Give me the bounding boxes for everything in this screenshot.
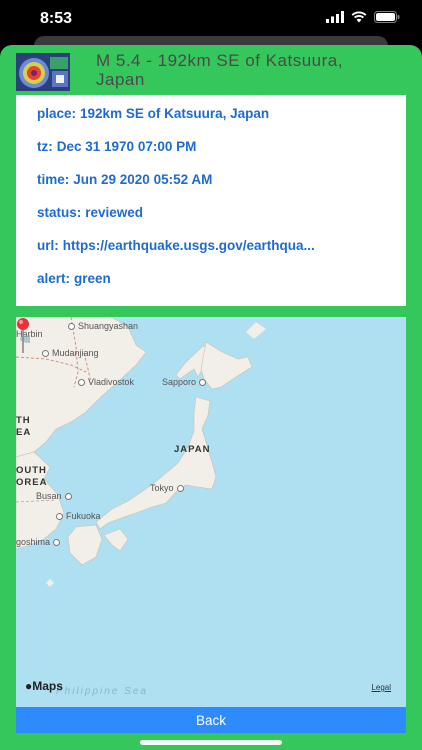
info-row-tz: tz: Dec 31 1970 07:00 PM [37, 139, 196, 154]
map-label-vladivostok: Vladivostok [78, 377, 134, 387]
map-label-south-korea-1: OUTH [16, 465, 47, 476]
status-bar: 8:53 [0, 0, 422, 40]
status-time: 8:53 [40, 10, 73, 27]
info-value: https://earthquake.usgs.gov/earthqua... [62, 238, 315, 253]
map-label-japan: JAPAN [174, 444, 211, 455]
info-row-url: url: https://earthquake.usgs.gov/earthqua… [37, 238, 315, 253]
info-key: tz: [37, 139, 53, 154]
home-indicator [140, 740, 282, 745]
hurricane-thumbnail-icon [16, 53, 70, 91]
map-label-philippine-sea: Philippine Sea [56, 686, 148, 697]
info-value: 192km SE of Katsuura, Japan [80, 106, 270, 121]
info-row-status: status: reviewed [37, 205, 143, 220]
wifi-icon [351, 11, 367, 23]
map-label-shuangyashan: Shuangyashan [68, 321, 138, 331]
map-label-north-korea-2: EA [16, 427, 32, 438]
detail-sheet: M 5.4 - 192km SE of Katsuura, Japan plac… [0, 45, 422, 750]
info-key: place: [37, 106, 77, 121]
header: M 5.4 - 192km SE of Katsuura, Japan [16, 47, 406, 93]
map-label-fukuoka: Fukuoka [56, 511, 101, 521]
info-row-time: time: Jun 29 2020 05:52 AM [37, 172, 212, 187]
info-value: Jun 29 2020 05:52 AM [73, 172, 213, 187]
battery-icon [374, 11, 400, 23]
info-row-alert: alert: green [37, 271, 111, 286]
info-value: Dec 31 1970 07:00 PM [56, 139, 197, 154]
info-key: time: [37, 172, 70, 187]
info-card: place: 192km SE of Katsuura, Japan tz: Dec… [16, 95, 406, 306]
location-pin-icon[interactable] [16, 317, 30, 355]
map-label-mudanjiang: Mudanjiang [42, 348, 99, 358]
map-view[interactable]: Harbin Shuangyashan Mudanjiang Vladivost… [16, 317, 406, 707]
status-icons [326, 11, 400, 23]
maps-logo: ●Maps [25, 679, 63, 693]
info-value: reviewed [85, 205, 144, 220]
legal-link[interactable]: Legal [371, 683, 391, 692]
info-key: url: [37, 238, 59, 253]
map-label-kagoshima: goshima [16, 537, 63, 547]
info-row-place: place: 192km SE of Katsuura, Japan [37, 106, 269, 121]
map-label-north-korea-1: TH [16, 415, 31, 426]
map-label-busan: Busan [36, 491, 75, 501]
page-title: M 5.4 - 192km SE of Katsuura, Japan [96, 51, 343, 89]
info-value: green [74, 271, 111, 286]
signal-icon [326, 11, 344, 23]
map-label-sapporo: Sapporo [162, 377, 209, 387]
info-key: alert: [37, 271, 71, 286]
map-label-tokyo: Tokyo [150, 483, 187, 493]
map-label-south-korea-2: OREA [16, 477, 48, 488]
info-key: status: [37, 205, 82, 220]
back-button[interactable]: Back [16, 707, 406, 733]
